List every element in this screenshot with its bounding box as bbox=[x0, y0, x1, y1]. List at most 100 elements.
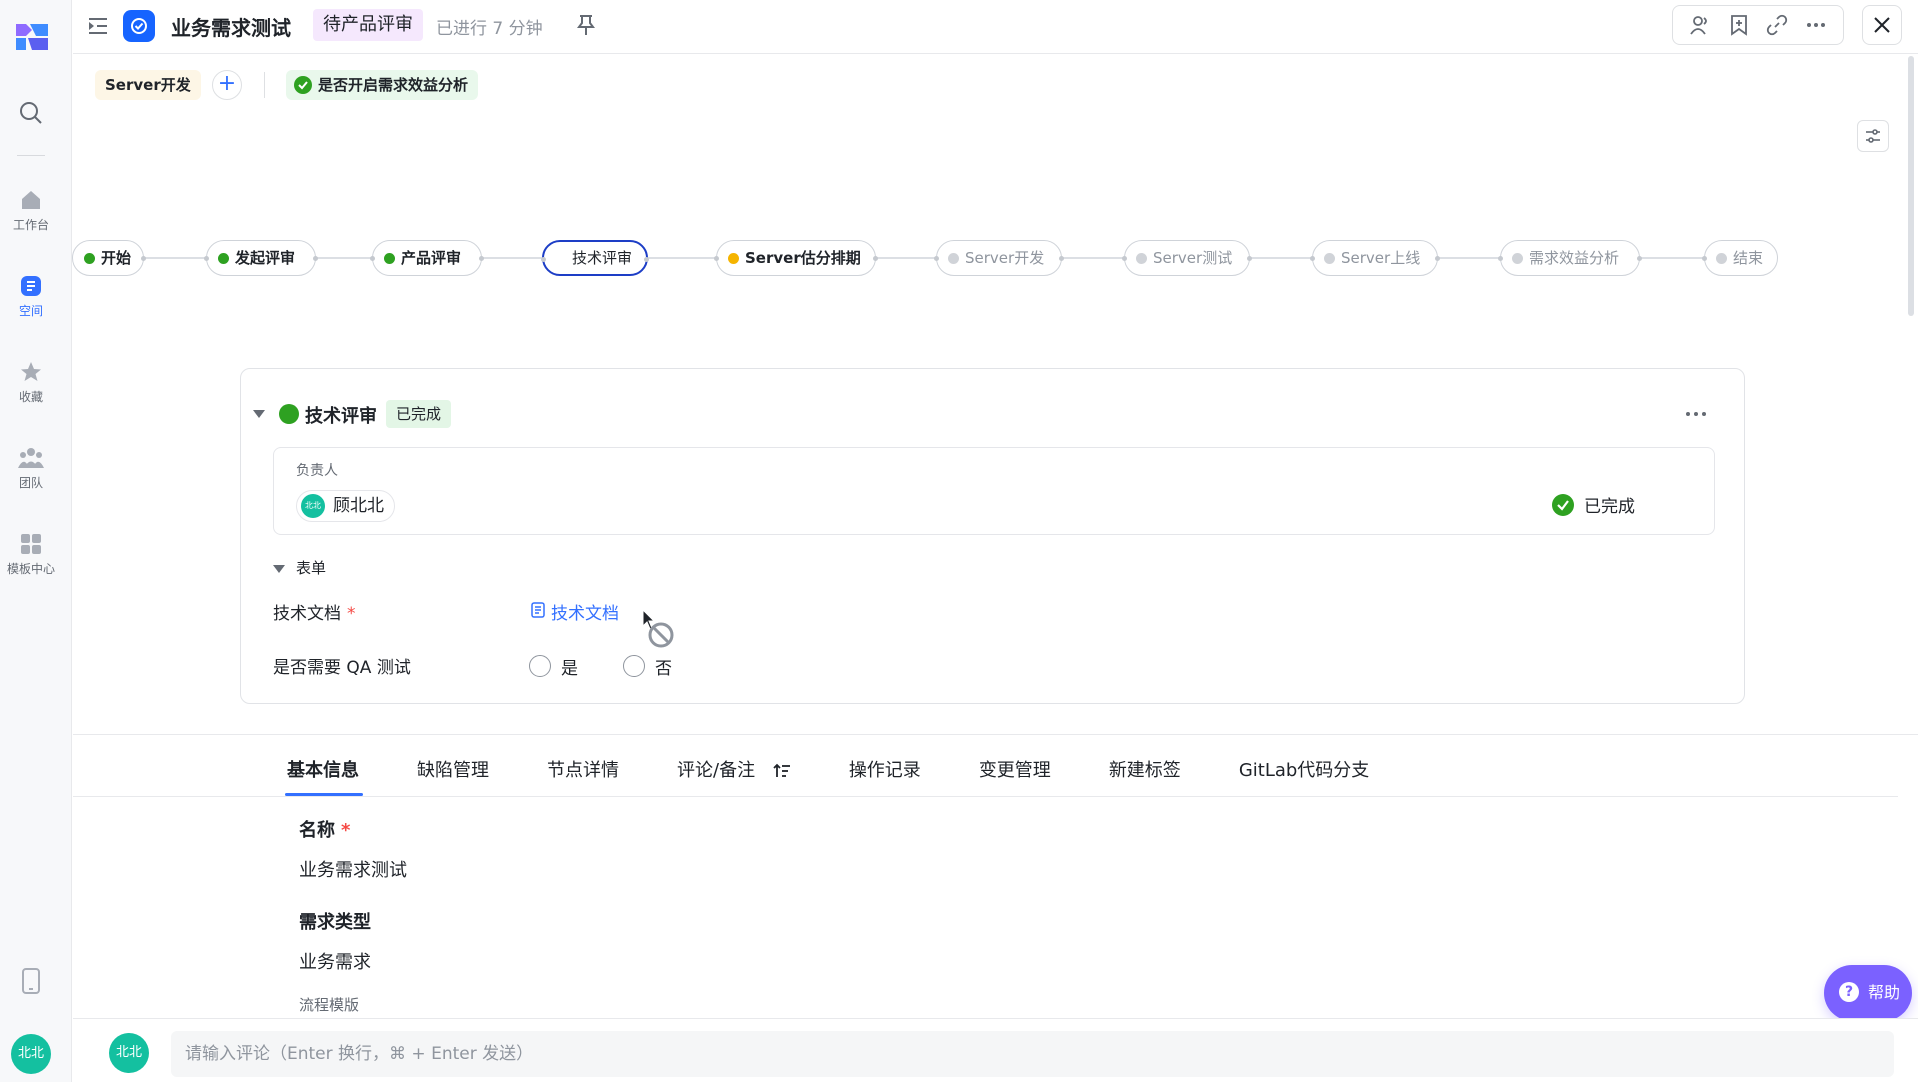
tab-node-details[interactable]: 节点详情 bbox=[547, 748, 619, 796]
flow-node[interactable]: Server估分排期 bbox=[714, 240, 878, 276]
type-field-value[interactable]: 业务需求 bbox=[299, 948, 371, 974]
user-avatar[interactable]: 北北 bbox=[11, 1034, 51, 1074]
view-settings-button[interactable] bbox=[1857, 120, 1889, 152]
form-section-label: 表单 bbox=[296, 559, 327, 577]
rail-item-space[interactable]: 空间 bbox=[0, 274, 62, 319]
pin-icon[interactable] bbox=[576, 14, 596, 36]
rail-item-favorites[interactable]: 收藏 bbox=[0, 360, 62, 405]
benefit-analysis-chip[interactable]: 是否开启需求效益分析 bbox=[286, 70, 479, 100]
flow-node[interactable]: 需求效益分析 bbox=[1498, 240, 1642, 276]
page-title: 业务需求测试 bbox=[171, 16, 291, 40]
flow-connector bbox=[1250, 257, 1312, 259]
owner-chip[interactable]: 北北 顾北北 bbox=[296, 490, 395, 522]
connector-point bbox=[1310, 256, 1315, 261]
connector-point bbox=[1122, 256, 1127, 261]
doc-field-text: 技术文档 bbox=[273, 604, 341, 624]
comment-input[interactable] bbox=[171, 1031, 1894, 1077]
left-rail: 工作台 空间 收藏 团队 模板中心 北北 bbox=[0, 0, 72, 1082]
node-status-dot bbox=[84, 253, 95, 264]
tab-operation-log[interactable]: 操作记录 bbox=[849, 748, 921, 796]
rail-item-label: 工作台 bbox=[12, 218, 49, 232]
connector-point bbox=[1247, 256, 1252, 261]
form-collapse-caret-icon[interactable] bbox=[273, 564, 285, 574]
link-icon[interactable] bbox=[1766, 14, 1788, 36]
tabs-divider bbox=[73, 796, 1898, 797]
node-status-dot bbox=[1136, 253, 1147, 264]
app-logo-icon[interactable] bbox=[12, 18, 52, 52]
status-badge[interactable]: 待产品评审 bbox=[313, 9, 423, 41]
check-circle-icon bbox=[294, 76, 312, 94]
flow-node-label: 开始 bbox=[101, 249, 132, 267]
help-icon: ? bbox=[1839, 982, 1859, 1002]
connector-point bbox=[313, 256, 318, 261]
more-icon[interactable] bbox=[1805, 14, 1827, 36]
more-icon[interactable] bbox=[1681, 404, 1711, 424]
section-divider bbox=[73, 734, 1918, 735]
rail-item-label: 团队 bbox=[18, 476, 43, 490]
tab-new-label[interactable]: 新建标签 bbox=[1109, 748, 1181, 796]
top-header: 业务需求测试 待产品评审 已进行 7 分钟 bbox=[73, 0, 1918, 54]
flow-node[interactable]: 技术评审 bbox=[541, 240, 649, 276]
connector-point bbox=[1435, 256, 1440, 261]
sidebar-toggle-icon[interactable] bbox=[87, 16, 109, 36]
tab-gitlab-branches[interactable]: GitLab代码分支 bbox=[1239, 748, 1370, 796]
rail-item-workbench[interactable]: 工作台 bbox=[0, 188, 62, 233]
bookmark-icon[interactable] bbox=[1728, 14, 1750, 36]
sort-icon[interactable] bbox=[773, 763, 791, 779]
flow-node[interactable]: 结束 bbox=[1702, 240, 1778, 276]
flow-node[interactable]: 开始 bbox=[72, 240, 146, 276]
required-mark: * bbox=[341, 820, 351, 841]
search-icon[interactable] bbox=[18, 100, 44, 126]
owner-status: 已完成 bbox=[1552, 492, 1635, 517]
flow-node-label: Server上线 bbox=[1341, 249, 1421, 267]
flow-node[interactable]: 发起评审 bbox=[204, 240, 318, 276]
check-circle-icon bbox=[1552, 494, 1574, 516]
flow-connector bbox=[482, 257, 542, 259]
collapse-caret-icon[interactable] bbox=[253, 409, 265, 419]
flow-node-label: 技术评审 bbox=[572, 249, 633, 267]
flow-node[interactable]: Server开发 bbox=[934, 240, 1064, 276]
flow-connector bbox=[1640, 257, 1704, 259]
current-node-chip[interactable]: Server开发 bbox=[95, 70, 201, 100]
node-status-dot bbox=[728, 253, 739, 264]
name-field-value[interactable]: 业务需求测试 bbox=[299, 856, 407, 882]
owner-label: 负责人 bbox=[296, 463, 338, 479]
detail-tabs: 基本信息 缺陷管理 节点详情 评论/备注 操作记录 变更管理 新建标签 GitL… bbox=[285, 748, 1427, 796]
help-button[interactable]: ? 帮助 bbox=[1824, 965, 1912, 1021]
not-allowed-cursor-icon bbox=[642, 609, 674, 648]
workflow-diagram: 开始 发起评审 产品评审 技术评审 Server估分排期 Server开发 Server测试… bbox=[72, 236, 1778, 280]
flow-connector bbox=[1062, 257, 1124, 259]
node-title: 技术评审 bbox=[305, 406, 377, 427]
qa-no-radio[interactable]: 否 bbox=[623, 654, 672, 679]
flow-node[interactable]: 产品评审 bbox=[370, 240, 484, 276]
rail-item-templates[interactable]: 模板中心 bbox=[0, 532, 62, 577]
team-icon bbox=[18, 448, 44, 468]
tab-comments[interactable]: 评论/备注 bbox=[677, 748, 791, 796]
chip-divider bbox=[264, 72, 265, 98]
tab-defects[interactable]: 缺陷管理 bbox=[417, 748, 489, 796]
benefit-analysis-label: 是否开启需求效益分析 bbox=[318, 76, 469, 94]
add-node-button[interactable]: + bbox=[212, 70, 242, 100]
document-icon bbox=[531, 602, 545, 618]
commenter-avatar: 北北 bbox=[109, 1033, 149, 1073]
rail-item-team[interactable]: 团队 bbox=[0, 446, 62, 491]
flow-node[interactable]: Server测试 bbox=[1122, 240, 1252, 276]
flow-node-label: 结束 bbox=[1733, 249, 1764, 267]
tech-doc-link[interactable]: 技术文档 bbox=[531, 599, 619, 624]
space-icon bbox=[21, 276, 41, 296]
mobile-icon[interactable] bbox=[22, 968, 40, 994]
help-label: 帮助 bbox=[1868, 983, 1901, 1002]
tab-comments-label: 评论/备注 bbox=[677, 760, 756, 781]
scrollbar[interactable] bbox=[1908, 56, 1914, 316]
tab-change-management[interactable]: 变更管理 bbox=[979, 748, 1051, 796]
owner-name: 顾北北 bbox=[333, 496, 384, 516]
members-icon[interactable] bbox=[1689, 14, 1711, 36]
close-button[interactable] bbox=[1862, 5, 1902, 45]
connector-point bbox=[1702, 256, 1707, 261]
tab-basic-info[interactable]: 基本信息 bbox=[285, 748, 363, 796]
elapsed-time: 已进行 7 分钟 bbox=[436, 19, 543, 39]
qa-yes-radio[interactable]: 是 bbox=[529, 654, 578, 679]
flow-node[interactable]: Server上线 bbox=[1310, 240, 1440, 276]
radio-circle bbox=[529, 655, 551, 677]
node-status-dot bbox=[218, 253, 229, 264]
